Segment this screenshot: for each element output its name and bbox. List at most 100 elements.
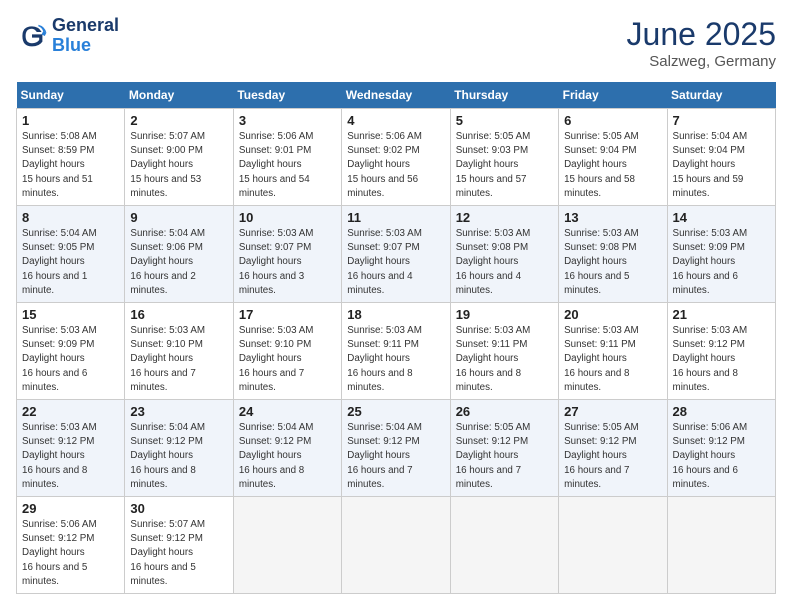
- table-row: 12 Sunrise: 5:03 AMSunset: 9:08 PMDaylig…: [450, 206, 558, 303]
- table-row: [667, 497, 775, 594]
- day-info: Sunrise: 5:04 AMSunset: 9:12 PMDaylight …: [130, 421, 227, 492]
- table-row: 21 Sunrise: 5:03 AMSunset: 9:12 PMDaylig…: [667, 303, 775, 400]
- table-row: 20 Sunrise: 5:03 AMSunset: 9:11 PMDaylig…: [559, 303, 667, 400]
- table-row: 24 Sunrise: 5:04 AMSunset: 9:12 PMDaylig…: [233, 400, 341, 497]
- page-header: General Blue June 2025 Salzweg, Germany: [16, 16, 776, 70]
- location: Salzweg, Germany: [627, 53, 776, 70]
- day-number: 23: [130, 404, 227, 419]
- day-info: Sunrise: 5:03 AMSunset: 9:08 PMDaylight …: [456, 227, 553, 298]
- table-row: 30 Sunrise: 5:07 AMSunset: 9:12 PMDaylig…: [125, 497, 233, 594]
- day-info: Sunrise: 5:03 AMSunset: 9:07 PMDaylight …: [239, 227, 336, 298]
- table-row: [559, 497, 667, 594]
- table-row: [342, 497, 450, 594]
- table-row: 14 Sunrise: 5:03 AMSunset: 9:09 PMDaylig…: [667, 206, 775, 303]
- day-number: 9: [130, 210, 227, 225]
- table-row: 10 Sunrise: 5:03 AMSunset: 9:07 PMDaylig…: [233, 206, 341, 303]
- day-info: Sunrise: 5:04 AMSunset: 9:12 PMDaylight …: [239, 421, 336, 492]
- table-row: 19 Sunrise: 5:03 AMSunset: 9:11 PMDaylig…: [450, 303, 558, 400]
- day-number: 21: [673, 307, 770, 322]
- table-row: 7 Sunrise: 5:04 AMSunset: 9:04 PMDayligh…: [667, 109, 775, 206]
- day-number: 13: [564, 210, 661, 225]
- day-number: 7: [673, 113, 770, 128]
- day-info: Sunrise: 5:05 AMSunset: 9:12 PMDaylight …: [564, 421, 661, 492]
- day-number: 15: [22, 307, 119, 322]
- table-row: 8 Sunrise: 5:04 AMSunset: 9:05 PMDayligh…: [17, 206, 125, 303]
- day-number: 20: [564, 307, 661, 322]
- day-number: 3: [239, 113, 336, 128]
- day-number: 11: [347, 210, 444, 225]
- calendar-row: 1 Sunrise: 5:08 AMSunset: 8:59 PMDayligh…: [17, 109, 776, 206]
- table-row: 13 Sunrise: 5:03 AMSunset: 9:08 PMDaylig…: [559, 206, 667, 303]
- day-info: Sunrise: 5:03 AMSunset: 9:12 PMDaylight …: [22, 421, 119, 492]
- day-number: 29: [22, 501, 119, 516]
- day-number: 6: [564, 113, 661, 128]
- calendar-table: Sunday Monday Tuesday Wednesday Thursday…: [16, 82, 776, 594]
- header-tuesday: Tuesday: [233, 82, 341, 109]
- table-row: 9 Sunrise: 5:04 AMSunset: 9:06 PMDayligh…: [125, 206, 233, 303]
- day-number: 17: [239, 307, 336, 322]
- day-info: Sunrise: 5:03 AMSunset: 9:10 PMDaylight …: [239, 324, 336, 395]
- day-number: 14: [673, 210, 770, 225]
- day-info: Sunrise: 5:03 AMSunset: 9:07 PMDaylight …: [347, 227, 444, 298]
- calendar-row: 15 Sunrise: 5:03 AMSunset: 9:09 PMDaylig…: [17, 303, 776, 400]
- day-number: 22: [22, 404, 119, 419]
- day-info: Sunrise: 5:03 AMSunset: 9:12 PMDaylight …: [673, 324, 770, 395]
- table-row: 11 Sunrise: 5:03 AMSunset: 9:07 PMDaylig…: [342, 206, 450, 303]
- header-wednesday: Wednesday: [342, 82, 450, 109]
- day-number: 24: [239, 404, 336, 419]
- logo-icon: [16, 20, 48, 52]
- day-number: 4: [347, 113, 444, 128]
- table-row: 25 Sunrise: 5:04 AMSunset: 9:12 PMDaylig…: [342, 400, 450, 497]
- day-info: Sunrise: 5:04 AMSunset: 9:04 PMDaylight …: [673, 130, 770, 201]
- logo: General Blue: [16, 16, 119, 56]
- day-info: Sunrise: 5:03 AMSunset: 9:11 PMDaylight …: [564, 324, 661, 395]
- table-row: 15 Sunrise: 5:03 AMSunset: 9:09 PMDaylig…: [17, 303, 125, 400]
- table-row: 28 Sunrise: 5:06 AMSunset: 9:12 PMDaylig…: [667, 400, 775, 497]
- table-row: 16 Sunrise: 5:03 AMSunset: 9:10 PMDaylig…: [125, 303, 233, 400]
- day-number: 10: [239, 210, 336, 225]
- table-row: 23 Sunrise: 5:04 AMSunset: 9:12 PMDaylig…: [125, 400, 233, 497]
- day-number: 18: [347, 307, 444, 322]
- day-info: Sunrise: 5:03 AMSunset: 9:08 PMDaylight …: [564, 227, 661, 298]
- day-number: 26: [456, 404, 553, 419]
- day-number: 1: [22, 113, 119, 128]
- day-number: 19: [456, 307, 553, 322]
- header-sunday: Sunday: [17, 82, 125, 109]
- day-info: Sunrise: 5:04 AMSunset: 9:05 PMDaylight …: [22, 227, 119, 298]
- header-friday: Friday: [559, 82, 667, 109]
- logo-text-line1: General: [52, 16, 119, 36]
- day-info: Sunrise: 5:03 AMSunset: 9:11 PMDaylight …: [347, 324, 444, 395]
- day-number: 16: [130, 307, 227, 322]
- day-info: Sunrise: 5:07 AMSunset: 9:00 PMDaylight …: [130, 130, 227, 201]
- logo-text-line2: Blue: [52, 36, 119, 56]
- header-thursday: Thursday: [450, 82, 558, 109]
- day-info: Sunrise: 5:03 AMSunset: 9:09 PMDaylight …: [22, 324, 119, 395]
- table-row: 17 Sunrise: 5:03 AMSunset: 9:10 PMDaylig…: [233, 303, 341, 400]
- day-info: Sunrise: 5:07 AMSunset: 9:12 PMDaylight …: [130, 518, 227, 589]
- day-number: 2: [130, 113, 227, 128]
- month-year: June 2025: [627, 16, 776, 53]
- table-row: 27 Sunrise: 5:05 AMSunset: 9:12 PMDaylig…: [559, 400, 667, 497]
- day-info: Sunrise: 5:05 AMSunset: 9:03 PMDaylight …: [456, 130, 553, 201]
- table-row: 3 Sunrise: 5:06 AMSunset: 9:01 PMDayligh…: [233, 109, 341, 206]
- table-row: 5 Sunrise: 5:05 AMSunset: 9:03 PMDayligh…: [450, 109, 558, 206]
- day-number: 8: [22, 210, 119, 225]
- table-row: 22 Sunrise: 5:03 AMSunset: 9:12 PMDaylig…: [17, 400, 125, 497]
- day-info: Sunrise: 5:06 AMSunset: 9:01 PMDaylight …: [239, 130, 336, 201]
- table-row: 1 Sunrise: 5:08 AMSunset: 8:59 PMDayligh…: [17, 109, 125, 206]
- day-number: 5: [456, 113, 553, 128]
- day-number: 30: [130, 501, 227, 516]
- calendar-row: 8 Sunrise: 5:04 AMSunset: 9:05 PMDayligh…: [17, 206, 776, 303]
- day-info: Sunrise: 5:04 AMSunset: 9:06 PMDaylight …: [130, 227, 227, 298]
- table-row: 29 Sunrise: 5:06 AMSunset: 9:12 PMDaylig…: [17, 497, 125, 594]
- table-row: [233, 497, 341, 594]
- day-number: 28: [673, 404, 770, 419]
- calendar-row: 29 Sunrise: 5:06 AMSunset: 9:12 PMDaylig…: [17, 497, 776, 594]
- calendar-header-row: Sunday Monday Tuesday Wednesday Thursday…: [17, 82, 776, 109]
- day-info: Sunrise: 5:06 AMSunset: 9:02 PMDaylight …: [347, 130, 444, 201]
- header-monday: Monday: [125, 82, 233, 109]
- table-row: 18 Sunrise: 5:03 AMSunset: 9:11 PMDaylig…: [342, 303, 450, 400]
- day-info: Sunrise: 5:03 AMSunset: 9:10 PMDaylight …: [130, 324, 227, 395]
- title-block: June 2025 Salzweg, Germany: [627, 16, 776, 70]
- day-info: Sunrise: 5:08 AMSunset: 8:59 PMDaylight …: [22, 130, 119, 201]
